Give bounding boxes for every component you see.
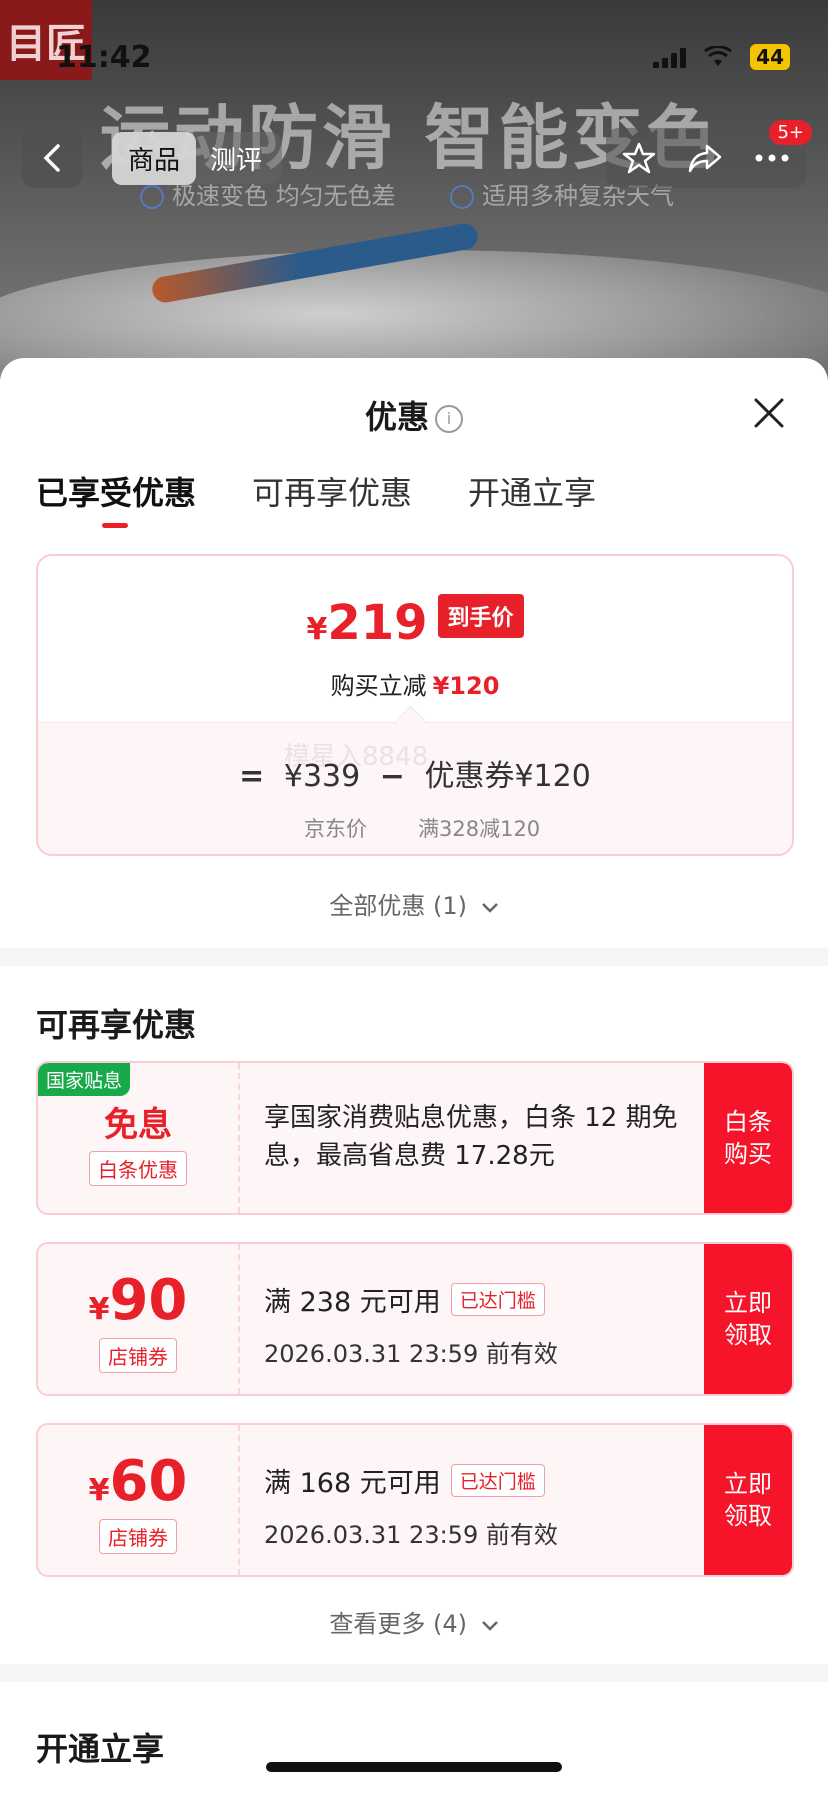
claim-coupon-button[interactable]: 立即领取 bbox=[704, 1425, 792, 1575]
chevron-down-icon bbox=[481, 1621, 498, 1631]
see-more-link[interactable]: 查看更多 (4) bbox=[0, 1604, 828, 1639]
threshold-reached-badge: 已达门槛 bbox=[450, 1283, 545, 1316]
coupon-condition: 满 168 元可用 bbox=[264, 1468, 441, 1499]
coupon-condition: 满 238 元可用 bbox=[264, 1287, 441, 1318]
more-offers-title: 可再享优惠 bbox=[36, 1006, 197, 1044]
back-button[interactable] bbox=[22, 128, 82, 188]
final-price: 219 bbox=[327, 595, 428, 651]
wifi-icon bbox=[704, 46, 733, 66]
coupon-sublabel: 白条优惠 bbox=[89, 1151, 187, 1186]
status-icons: 44 bbox=[653, 44, 790, 70]
status-time: 11:42 bbox=[56, 40, 152, 75]
open-now-title: 开通立享 bbox=[36, 1730, 165, 1768]
section-divider bbox=[0, 948, 828, 966]
final-price-tag: 到手价 bbox=[437, 594, 524, 638]
instant-discount-row: 购买立减 ¥120 bbox=[38, 666, 792, 701]
coupon-condition-row: 满 238 元可用 已达门槛 bbox=[264, 1280, 545, 1319]
coupon-amount-value: 60 bbox=[109, 1449, 188, 1514]
coupon-rule: 满328减120 bbox=[418, 817, 541, 841]
tab-enjoyed[interactable]: 已享受优惠 bbox=[36, 468, 196, 528]
coupon-deduction: 优惠券¥120 bbox=[424, 759, 591, 794]
national-subsidy-flag: 国家贴息 bbox=[38, 1063, 131, 1096]
coupon-validity: 2026.03.31 23:59 前有效 bbox=[264, 1340, 558, 1368]
back-icon bbox=[43, 144, 60, 172]
section-divider bbox=[0, 1664, 828, 1682]
store-coupon-90: ¥90 店铺券 满 238 元可用 已达门槛 2026.03.31 23:59 前… bbox=[36, 1242, 794, 1396]
coupon-amount: ¥60 bbox=[38, 1449, 238, 1514]
all-offers-link[interactable]: 全部优惠 (1) bbox=[0, 886, 828, 921]
battery-indicator: 44 bbox=[750, 44, 790, 70]
baitiao-buy-button[interactable]: 白条购买 bbox=[704, 1063, 792, 1213]
price-summary: ¥219 到手价 购买立减 ¥120 bbox=[38, 556, 792, 722]
coupon-sublabel: 店铺券 bbox=[99, 1338, 177, 1373]
instant-discount-amount: ¥120 bbox=[432, 672, 500, 700]
currency-symbol: ¥ bbox=[306, 612, 328, 647]
coupon-sublabel-wrap: 店铺券 bbox=[38, 1338, 238, 1373]
tab-product[interactable]: 商品 bbox=[112, 131, 197, 185]
bullet-dot-icon bbox=[450, 185, 474, 209]
equals-sign: = bbox=[239, 759, 265, 794]
claim-coupon-button[interactable]: 立即领取 bbox=[704, 1244, 792, 1394]
interest-free-label: 免息 bbox=[104, 1105, 172, 1145]
tab-more-available[interactable]: 可再享优惠 bbox=[252, 468, 412, 514]
coupon-left: 国家贴息 免息 白条优惠 bbox=[38, 1063, 240, 1213]
chevron-down-icon bbox=[481, 903, 498, 913]
coupon-sublabel-wrap: 白条优惠 bbox=[38, 1151, 238, 1186]
star-icon[interactable] bbox=[622, 141, 656, 175]
info-icon[interactable]: i bbox=[435, 405, 463, 433]
threshold-reached-badge: 已达门槛 bbox=[450, 1464, 545, 1497]
all-offers-text: 全部优惠 (1) bbox=[329, 892, 467, 920]
discount-sheet: 优惠 i 已享受优惠 可再享优惠 开通立享 ¥219 到手价 购买立减 ¥120 = … bbox=[0, 358, 828, 1793]
jd-price-label: 京东价 bbox=[304, 817, 367, 841]
coupon-description: 满 238 元可用 已达门槛 2026.03.31 23:59 前有效 bbox=[264, 1244, 698, 1394]
message-badge: 5+ bbox=[769, 120, 812, 145]
tab-review[interactable]: 测评 bbox=[196, 140, 276, 177]
coupon-condition-row: 满 168 元可用 已达门槛 bbox=[264, 1461, 545, 1500]
coupon-validity: 2026.03.31 23:59 前有效 bbox=[264, 1521, 558, 1549]
cellular-signal-icon bbox=[653, 46, 687, 68]
see-more-text: 查看更多 (4) bbox=[329, 1610, 467, 1638]
interest-free-coupon: 国家贴息 免息 白条优惠 享国家消费贴息优惠，白条 12 期免息，最高省息费 1… bbox=[36, 1061, 794, 1215]
product-navbar: 商品 测评 5+ bbox=[0, 120, 828, 188]
sheet-title: 优惠 i bbox=[0, 392, 828, 438]
coupon-left: ¥60 店铺券 bbox=[38, 1425, 240, 1575]
product-tab-switcher: 商品 测评 bbox=[112, 131, 282, 185]
coupon-amount-value: 90 bbox=[109, 1268, 188, 1333]
bullet-dot-icon bbox=[140, 185, 164, 209]
more-icon[interactable] bbox=[754, 153, 790, 163]
currency-symbol: ¥ bbox=[88, 1292, 110, 1327]
final-price-card: ¥219 到手价 购买立减 ¥120 = ¥339 − 优惠券¥120 京东价 满3… bbox=[36, 554, 794, 856]
discount-tabs: 已享受优惠 可再享优惠 开通立享 bbox=[36, 468, 596, 528]
coupon-description: 满 168 元可用 已达门槛 2026.03.31 23:59 前有效 bbox=[264, 1425, 698, 1575]
home-indicator bbox=[266, 1762, 562, 1772]
coupon-description: 享国家消费贴息优惠，白条 12 期免息，最高省息费 17.28元 bbox=[264, 1063, 698, 1213]
sheet-title-text: 优惠 bbox=[364, 398, 429, 436]
coupon-sublabel: 店铺券 bbox=[99, 1519, 177, 1554]
interest-free-text: 享国家消费贴息优惠，白条 12 期免息，最高省息费 17.28元 bbox=[264, 1103, 678, 1171]
final-price-row: ¥219 到手价 bbox=[38, 594, 792, 651]
watermark-text: 模星入8848 bbox=[284, 742, 429, 772]
store-coupon-60: ¥60 店铺券 满 168 元可用 已达门槛 2026.03.31 23:59 前… bbox=[36, 1423, 794, 1577]
instant-discount-label: 购买立减 bbox=[330, 672, 427, 700]
currency-symbol: ¥ bbox=[88, 1473, 110, 1508]
share-icon[interactable] bbox=[687, 142, 723, 174]
coupon-sublabel-wrap: 店铺券 bbox=[38, 1519, 238, 1554]
coupon-left: ¥90 店铺券 bbox=[38, 1244, 240, 1394]
close-icon[interactable] bbox=[752, 396, 786, 430]
tab-open-now[interactable]: 开通立享 bbox=[468, 468, 596, 514]
coupon-amount: ¥90 bbox=[38, 1268, 238, 1333]
